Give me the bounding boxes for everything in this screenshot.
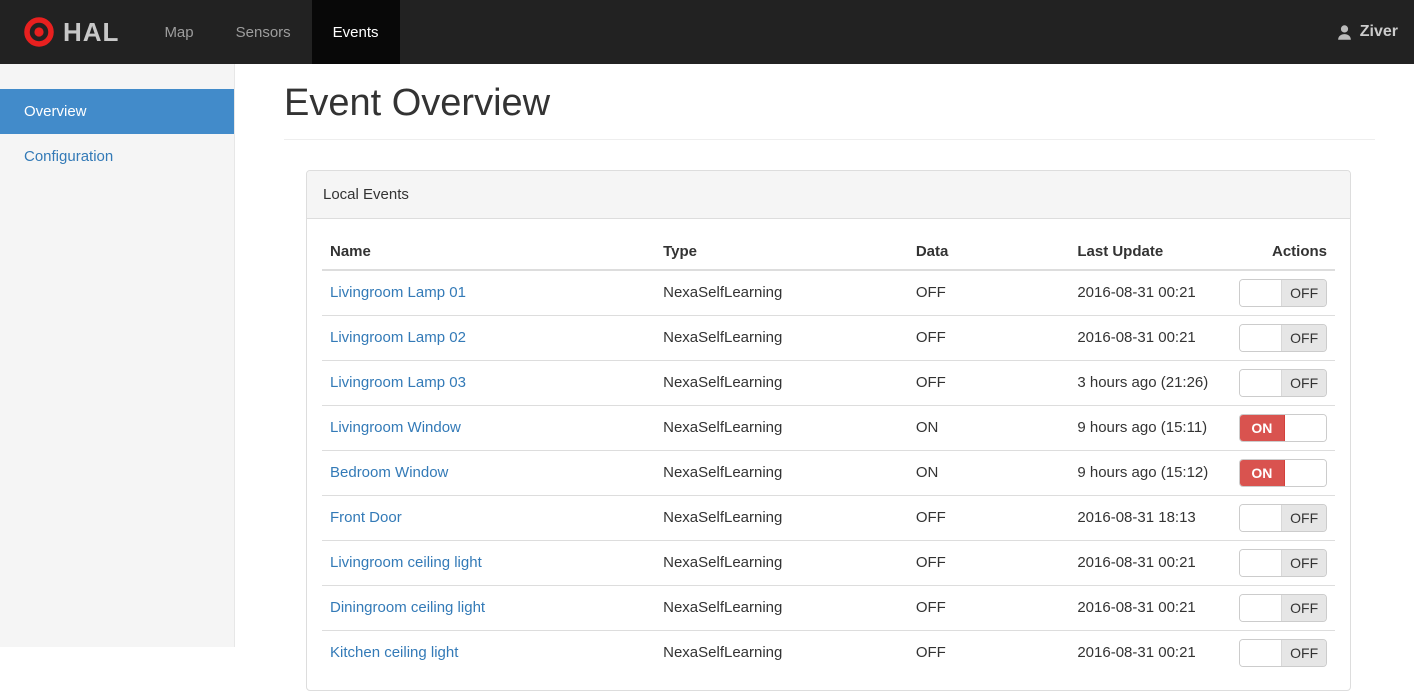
panel-body: Name Type Data Last Update Actions Livin… (307, 219, 1350, 690)
event-type: NexaSelfLearning (655, 629, 908, 675)
event-data-value: ON (907, 449, 1070, 496)
event-data-value: OFF (907, 584, 1070, 631)
toggle-state-label: OFF (1281, 324, 1326, 351)
toggle-switch[interactable]: OFF (1239, 278, 1327, 307)
table-row: Front Door NexaSelfLearning OFF 2016-08-… (322, 494, 1335, 541)
event-type: NexaSelfLearning (655, 494, 908, 541)
nav-tab-sensors[interactable]: Sensors (215, 0, 312, 64)
event-data-value: OFF (907, 539, 1070, 586)
toggle-handle (1284, 414, 1326, 441)
table-row: Livingroom ceiling light NexaSelfLearnin… (322, 539, 1335, 586)
event-type: NexaSelfLearning (655, 269, 908, 316)
event-name-link[interactable]: Livingroom ceiling light (330, 554, 482, 571)
toggle-handle (1240, 279, 1282, 306)
page-title: Event Overview (284, 82, 551, 124)
toggle-state-label: OFF (1281, 639, 1326, 666)
event-data-value: OFF (907, 629, 1070, 675)
event-name-link[interactable]: Front Door (330, 509, 402, 526)
event-last-update: 2016-08-31 00:21 (1069, 314, 1231, 361)
event-data-value: OFF (907, 494, 1070, 541)
event-type: NexaSelfLearning (655, 539, 908, 586)
toggle-state-label: OFF (1281, 369, 1326, 396)
event-name-link[interactable]: Bedroom Window (330, 464, 448, 481)
toggle-handle (1240, 504, 1282, 531)
toggle-handle (1240, 369, 1282, 396)
sidebar-item-overview[interactable]: Overview (0, 89, 234, 134)
toggle-state-label: ON (1240, 414, 1285, 441)
page-header-divider (284, 138, 1375, 140)
username-label: Ziver (1359, 23, 1398, 40)
toggle-switch[interactable]: OFF (1239, 548, 1327, 577)
panel-title: Local Events (307, 170, 1350, 219)
brand[interactable]: HAL (0, 0, 143, 64)
column-header-last-update: Last Update (1069, 233, 1231, 271)
table-row: Livingroom Window NexaSelfLearning ON 9 … (322, 404, 1335, 451)
event-last-update: 9 hours ago (15:12) (1069, 449, 1231, 496)
toggle-switch[interactable]: OFF (1239, 368, 1327, 397)
toggle-handle (1240, 639, 1282, 666)
toggle-state-label: OFF (1281, 279, 1326, 306)
table-row: Diningroom ceiling light NexaSelfLearnin… (322, 584, 1335, 631)
sidebar: Overview Configuration (0, 64, 235, 647)
event-last-update: 2016-08-31 00:21 (1069, 584, 1231, 631)
toggle-handle (1240, 594, 1282, 621)
table-row: Livingroom Lamp 01 NexaSelfLearning OFF … (322, 269, 1335, 316)
toggle-handle (1240, 549, 1282, 576)
toggle-state-label: ON (1240, 459, 1285, 486)
table-row: Livingroom Lamp 03 NexaSelfLearning OFF … (322, 359, 1335, 406)
toggle-switch[interactable]: OFF (1239, 593, 1327, 622)
toggle-state-label: OFF (1281, 594, 1326, 621)
column-header-type: Type (655, 233, 908, 271)
sidebar-item-configuration[interactable]: Configuration (0, 134, 234, 179)
navbar: HAL Map Sensors Events Ziver (0, 0, 1414, 64)
event-name-link[interactable]: Diningroom ceiling light (330, 599, 485, 616)
event-type: NexaSelfLearning (655, 449, 908, 496)
event-last-update: 9 hours ago (15:11) (1069, 404, 1231, 451)
toggle-state-label: OFF (1281, 549, 1326, 576)
hal-logo-target-icon (24, 17, 54, 47)
event-name-link[interactable]: Livingroom Lamp 01 (330, 284, 466, 301)
event-last-update: 2016-08-31 00:21 (1069, 269, 1231, 316)
event-last-update: 2016-08-31 18:13 (1069, 494, 1231, 541)
event-type: NexaSelfLearning (655, 584, 908, 631)
event-type: NexaSelfLearning (655, 359, 908, 406)
column-header-actions: Actions (1230, 233, 1335, 271)
toggle-switch[interactable]: OFF (1239, 638, 1327, 667)
event-last-update: 2016-08-31 00:21 (1069, 539, 1231, 586)
table-header-row: Name Type Data Last Update Actions (322, 233, 1335, 271)
main-nav: Map Sensors Events (143, 0, 400, 64)
table-row: Bedroom Window NexaSelfLearning ON 9 hou… (322, 449, 1335, 496)
event-last-update: 2016-08-31 00:21 (1069, 629, 1231, 675)
main-content: Event Overview Local Events Name Type Da… (235, 64, 1414, 691)
toggle-handle (1284, 459, 1326, 486)
local-events-panel: Local Events Name Type Data Last Update … (306, 169, 1351, 691)
event-data-value: OFF (907, 314, 1070, 361)
event-name-link[interactable]: Livingroom Lamp 02 (330, 329, 466, 346)
nav-tab-events[interactable]: Events (311, 0, 400, 64)
toggle-state-label: OFF (1281, 504, 1326, 531)
events-table: Name Type Data Last Update Actions Livin… (322, 233, 1335, 675)
event-last-update: 3 hours ago (21:26) (1069, 359, 1231, 406)
event-name-link[interactable]: Livingroom Window (330, 419, 461, 436)
event-data-value: OFF (907, 359, 1070, 406)
events-table-body: Livingroom Lamp 01 NexaSelfLearning OFF … (322, 269, 1335, 675)
event-type: NexaSelfLearning (655, 404, 908, 451)
column-header-data: Data (907, 233, 1070, 271)
event-data-value: ON (907, 404, 1070, 451)
toggle-switch[interactable]: OFF (1239, 503, 1327, 532)
user-icon (1336, 24, 1353, 41)
event-name-link[interactable]: Livingroom Lamp 03 (330, 374, 466, 391)
table-row: Livingroom Lamp 02 NexaSelfLearning OFF … (322, 314, 1335, 361)
column-header-name: Name (322, 233, 656, 271)
toggle-switch[interactable]: ON (1239, 413, 1327, 442)
toggle-handle (1240, 324, 1282, 351)
event-data-value: OFF (907, 269, 1070, 316)
user-menu[interactable]: Ziver (1336, 0, 1414, 64)
brand-label: HAL (63, 16, 120, 47)
toggle-switch[interactable]: ON (1239, 458, 1327, 487)
event-type: NexaSelfLearning (655, 314, 908, 361)
toggle-switch[interactable]: OFF (1239, 323, 1327, 352)
nav-tab-map[interactable]: Map (143, 0, 214, 64)
table-row: Kitchen ceiling light NexaSelfLearning O… (322, 629, 1335, 675)
